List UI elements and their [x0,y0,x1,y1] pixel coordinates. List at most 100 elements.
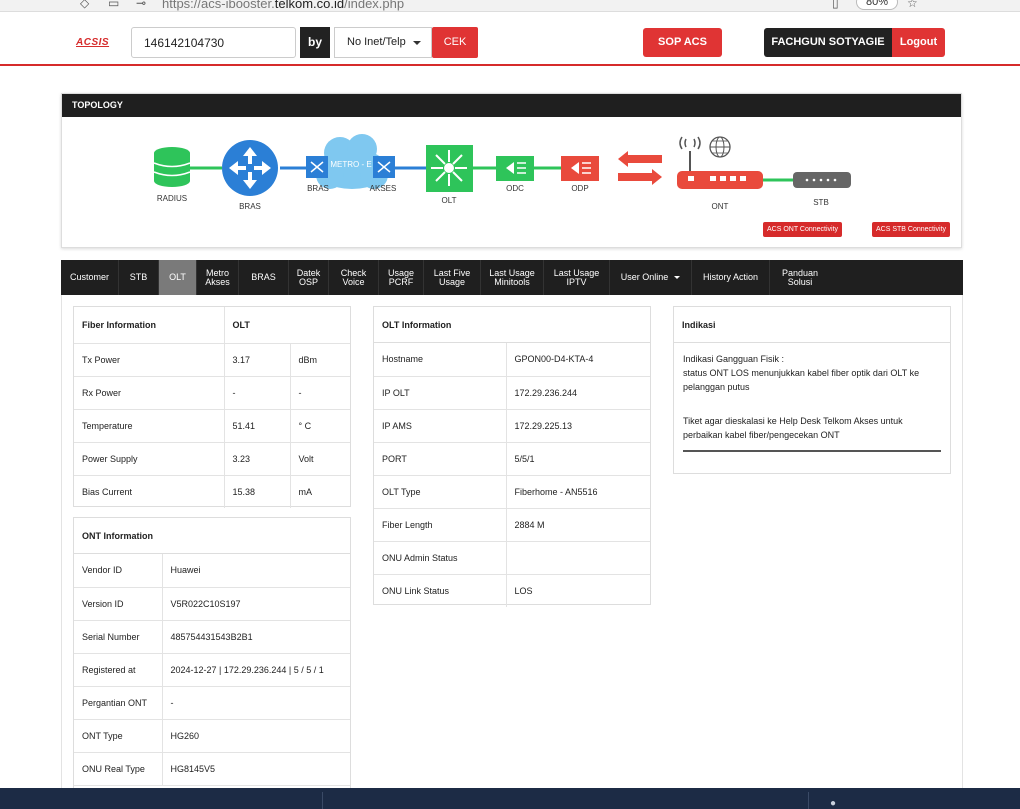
tab-olt[interactable]: OLT [159,260,197,295]
tab-last-five-usage[interactable]: Last Five Usage [424,260,481,295]
tab-bar: Customer STB OLT Metro Akses BRAS Datek OS… [61,260,963,295]
ont-information-title: ONT Information [74,518,350,554]
row-value: LOS [505,574,650,607]
row-value: 5/5/1 [505,442,650,476]
stb-icon [793,172,851,188]
tab-stb[interactable]: STB [119,260,159,295]
shield-icon[interactable]: ◇ [80,0,89,10]
logout-button[interactable]: Logout [892,28,945,57]
row-value: HG260 [161,719,350,753]
table-row: IP OLT 172.29.236.244 [374,376,650,410]
row-unit: - [289,376,350,410]
table-row: ONT Type HG260 [74,719,350,753]
ont-information-panel: ONT Information Vendor ID Huawei Version… [73,517,351,809]
table-row: Serial Number 485754431543B2B1 [74,620,350,654]
table-row: IP AMS 172.29.225.13 [374,409,650,443]
star-icon[interactable]: ☆ [907,0,918,10]
row-label: ONU Link Status [382,585,450,596]
row-value [505,541,650,575]
row-unit: Volt [289,442,350,476]
row-value: 3.17 [223,343,290,377]
tab-last-usage-iptv[interactable]: Last Usage IPTV [544,260,610,295]
row-label: ONU Real Type [74,752,162,786]
cek-button[interactable]: CEK [432,27,478,58]
topology-title: TOPOLOGY [62,94,961,117]
bras-switch-icon [306,156,328,178]
table-row: Version ID V5R022C10S197 [74,587,350,621]
table-row: Pergantian ONT - [74,686,350,720]
metro-label: METRO - E [330,160,371,169]
sop-acs-button[interactable]: SOP ACS [643,28,722,57]
bras-router-icon [222,140,278,196]
tab-bras[interactable]: BRAS [239,260,289,295]
taskbar-notification-icon[interactable]: ● [830,798,836,809]
tab-panduan-solusi[interactable]: Panduan Solusi [770,260,830,295]
tab-customer[interactable]: Customer [61,260,119,295]
topology-panel: TOPOLOGY METRO - E RADIUS BRAS BRAS AKSE… [61,93,962,248]
row-value: 2884 M [505,508,650,542]
olt-information-table: Hostname GPON00-D4-KTA-4 IP OLT 172.29.2… [374,343,650,607]
row-label: Vendor ID [74,554,162,588]
taskbar-divider [322,792,323,809]
akses-switch-icon [373,156,395,178]
indikasi-body: Indikasi Gangguan Fisik : status ONT LOS… [674,343,950,461]
tab-check-voice[interactable]: Check Voice [329,260,379,295]
acs-ont-connectivity-button[interactable]: ACS ONT Connectivity [763,222,843,237]
row-value: 172.29.225.13 [505,409,650,443]
row-label: Temperature [74,409,224,443]
key-icon[interactable]: ⊸ [136,0,146,10]
olt-icon [426,145,473,192]
fiber-header-row: Fiber Information OLT [74,307,350,344]
table-row: OLT Type Fiberhome - AN5516 [374,475,650,509]
table-row: Fiber Length 2884 M [374,508,650,542]
ont-information-table: Vendor ID Huawei Version ID V5R022C10S19… [74,554,350,786]
row-label: Registered at [74,653,162,687]
page-icon[interactable]: ▭ [108,0,119,10]
tab-datek-osp[interactable]: Datek OSP [289,260,329,295]
odc-label: ODC [506,184,524,193]
ont-label: ONT [711,202,729,211]
exchange-arrows-icon [618,151,662,185]
row-value: Fiberhome - AN5516 [505,475,650,509]
row-value: V5R022C10S197 [161,587,350,621]
search-type-value: No Inet/Telp [347,36,406,48]
odp-icon [561,156,599,181]
row-value: - [223,376,290,410]
indikasi-panel: Indikasi Indikasi Gangguan Fisik : statu… [673,306,951,474]
table-row: Power Supply 3.23 Volt [74,442,350,476]
olt-label: OLT [441,196,457,205]
row-label: Hostname [374,343,506,377]
logo[interactable]: ACSIS [76,37,109,48]
table-row: ONU Real Type HG8145V5 [74,752,350,786]
table-row: Vendor ID Huawei [74,554,350,588]
row-value: - [161,686,350,720]
fiber-information-table: Fiber Information OLT Tx Power 3.17 dBm … [74,307,350,508]
search-type-select[interactable]: No Inet/Telp [334,27,432,58]
acs-stb-connectivity-button[interactable]: ACS STB Connectivity [872,222,951,237]
zoom-level[interactable]: 80% [856,0,898,10]
indikasi-title: Indikasi [674,307,950,343]
table-row: ONU Admin Status [374,541,650,575]
table-row: Hostname GPON00-D4-KTA-4 [374,343,650,377]
row-value: HG8145V5 [161,752,350,786]
row-label: PORT [374,442,506,476]
reader-icon[interactable]: ▯ [832,0,839,10]
url-bar[interactable]: https://acs-ibooster.telkom.co.id/index.… [162,0,404,11]
bras-switch-label: BRAS [307,184,329,193]
row-value: 172.29.236.244 [505,376,650,410]
row-value: 3.23 [223,442,290,476]
row-label: IP AMS [374,409,506,443]
stb-label: STB [813,198,829,207]
olt-information-panel: OLT Information Hostname GPON00-D4-KTA-4… [373,306,651,607]
tab-history-action[interactable]: History Action [692,260,770,295]
tab-last-usage-minitools[interactable]: Last Usage Minitools [481,260,544,295]
row-label: Pergantian ONT [74,686,162,720]
row-unit: ° C [289,409,350,443]
tab-usage-pcrf[interactable]: Usage PCRF [379,260,424,295]
search-input[interactable] [131,27,296,58]
taskbar-divider [808,792,809,809]
tab-metro-akses[interactable]: Metro Akses [197,260,239,295]
row-label: ONT Type [74,719,162,753]
row-value: 485754431543B2B1 [161,620,350,654]
tab-user-online[interactable]: User Online [610,260,692,295]
